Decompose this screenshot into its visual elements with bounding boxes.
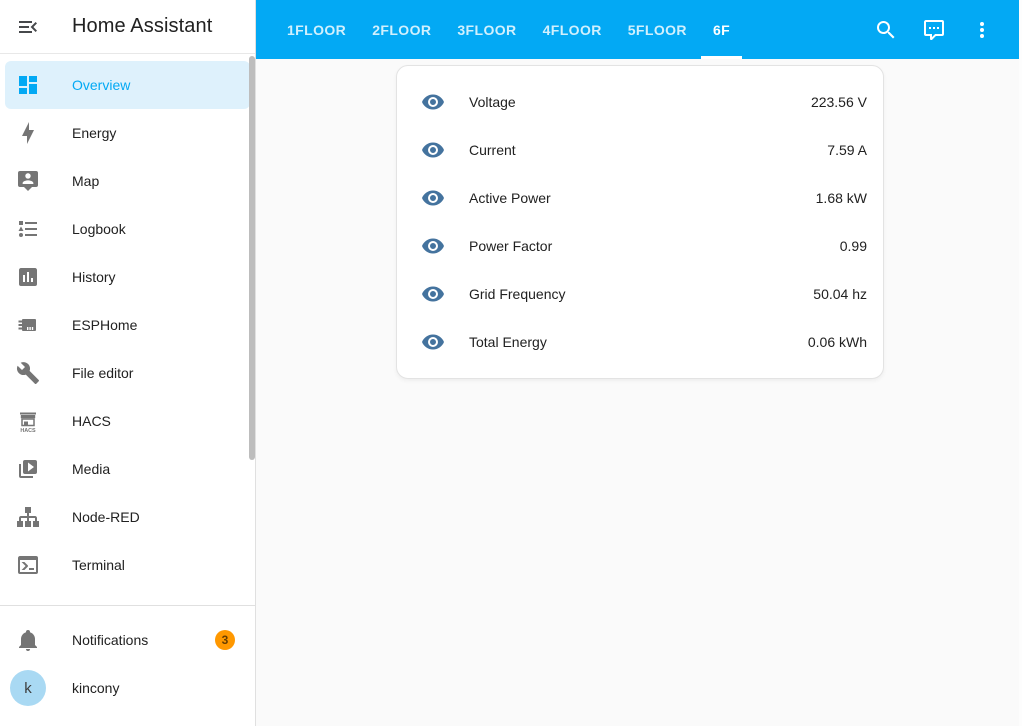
sidebar-item-node-red[interactable]: Node-RED: [5, 493, 250, 541]
sidebar-scrollbar-thumb[interactable]: [249, 56, 255, 460]
sidebar-item-notifications[interactable]: Notifications 3: [0, 616, 255, 664]
eye-icon: [413, 282, 453, 306]
entity-name: Voltage: [469, 94, 516, 110]
entity-row-grid-frequency[interactable]: Grid Frequency 50.04 hz: [397, 270, 883, 318]
sidebar-item-label: Media: [72, 461, 111, 477]
sidebar-item-terminal[interactable]: Terminal: [5, 541, 250, 589]
tab-label: 6F: [712, 21, 731, 38]
entity-name: Power Factor: [469, 238, 553, 254]
entity-value: 1.68 kW: [815, 190, 867, 206]
entity-name: Active Power: [469, 190, 551, 206]
tab-5floor[interactable]: 5FLOOR: [615, 0, 700, 59]
sidebar-item-overview[interactable]: Overview: [5, 61, 250, 109]
tab-label: 4FLOOR: [542, 21, 602, 38]
console-icon: [16, 553, 40, 577]
eye-icon: [413, 234, 453, 258]
sitemap-icon: [16, 505, 40, 529]
sidebar-item-user[interactable]: k kincony: [0, 664, 255, 712]
entities-card: Voltage 223.56 V Current 7.59 A Active P…: [396, 65, 884, 379]
tab-6f[interactable]: 6F: [700, 0, 743, 59]
view-dashboard-icon: [16, 73, 40, 97]
sidebar-item-label: Notifications: [72, 632, 149, 648]
chart-box-icon: [16, 265, 40, 289]
chip-icon: [16, 313, 40, 337]
entity-name: Current: [469, 142, 516, 158]
sidebar-item-label: HACS: [72, 413, 111, 429]
tab-label: 2FLOOR: [372, 21, 432, 38]
tab-4floor[interactable]: 4FLOOR: [530, 0, 615, 59]
assist-chat-icon[interactable]: [910, 6, 958, 54]
tab-2floor[interactable]: 2FLOOR: [359, 0, 444, 59]
play-box-multiple-icon: [16, 457, 40, 481]
entity-value: 0.99: [839, 238, 867, 254]
entity-value: 223.56 V: [810, 94, 867, 110]
sidebar-item-label: Energy: [72, 125, 117, 141]
lightning-bolt-icon: [16, 121, 40, 145]
entity-name: Grid Frequency: [469, 286, 566, 302]
top-app-bar: 1FLOOR 2FLOOR 3FLOOR 4FLOOR 5FLOOR 6F: [256, 0, 1022, 59]
sidebar-item-logbook[interactable]: Logbook: [5, 205, 250, 253]
tooltip-account-icon: [16, 169, 40, 193]
app-title: Home Assistant: [72, 15, 213, 37]
entity-row-power-factor[interactable]: Power Factor 0.99: [397, 222, 883, 270]
sidebar-item-label: History: [72, 269, 116, 285]
entity-value: 50.04 hz: [813, 286, 867, 302]
bell-icon: [16, 628, 40, 652]
sidebar-item-map[interactable]: Map: [5, 157, 250, 205]
wrench-icon: [16, 361, 40, 385]
svg-text:HACS: HACS: [20, 428, 36, 433]
search-icon[interactable]: [862, 6, 910, 54]
entity-row-current[interactable]: Current 7.59 A: [397, 126, 883, 174]
notification-badge: 3: [215, 630, 235, 650]
sidebar-item-label: File editor: [72, 365, 134, 381]
eye-icon: [413, 90, 453, 114]
sidebar-item-label: Logbook: [72, 221, 126, 237]
tab-label: 1FLOOR: [287, 21, 347, 38]
sidebar-bottom: Notifications 3 k kincony: [0, 605, 255, 726]
entity-row-active-power[interactable]: Active Power 1.68 kW: [397, 174, 883, 222]
menu-open-icon[interactable]: [16, 15, 40, 39]
more-vertical-icon[interactable]: [958, 6, 1006, 54]
eye-icon: [413, 186, 453, 210]
sidebar-item-media[interactable]: Media: [5, 445, 250, 493]
eye-icon: [413, 138, 453, 162]
hacs-store-icon: HACS: [16, 409, 40, 433]
entity-value: 7.59 A: [827, 142, 867, 158]
entity-row-total-energy[interactable]: Total Energy 0.06 kWh: [397, 318, 883, 366]
avatar: k: [10, 670, 46, 706]
entity-value: 0.06 kWh: [807, 334, 867, 350]
user-name: kincony: [72, 680, 120, 696]
tab-label: 5FLOOR: [627, 21, 687, 38]
sidebar-item-energy[interactable]: Energy: [5, 109, 250, 157]
entity-row-voltage[interactable]: Voltage 223.56 V: [397, 78, 883, 126]
sidebar-item-esphome[interactable]: ESPHome: [5, 301, 250, 349]
sidebar-item-hacs[interactable]: HACS HACS: [5, 397, 250, 445]
tab-3floor[interactable]: 3FLOOR: [444, 0, 529, 59]
topbar-actions: [862, 6, 1006, 54]
sidebar-item-file-editor[interactable]: File editor: [5, 349, 250, 397]
tab-label: 3FLOOR: [457, 21, 517, 38]
sidebar: Home Assistant Overview Energy Map Logbo…: [0, 0, 256, 726]
sidebar-header: Home Assistant: [0, 0, 255, 54]
view-tabs: 1FLOOR 2FLOOR 3FLOOR 4FLOOR 5FLOOR 6F: [274, 0, 743, 59]
eye-icon: [413, 330, 453, 354]
sidebar-item-history[interactable]: History: [5, 253, 250, 301]
tab-1floor[interactable]: 1FLOOR: [274, 0, 359, 59]
sidebar-item-label: Node-RED: [72, 509, 140, 525]
sidebar-nav: Overview Energy Map Logbook History ESPH…: [0, 54, 255, 605]
sidebar-item-label: Map: [72, 173, 100, 189]
entity-name: Total Energy: [469, 334, 547, 350]
sidebar-item-label: Terminal: [72, 557, 125, 573]
format-list-bulleted-icon: [16, 217, 40, 241]
sidebar-item-label: ESPHome: [72, 317, 138, 333]
sidebar-item-label: Overview: [72, 77, 131, 93]
